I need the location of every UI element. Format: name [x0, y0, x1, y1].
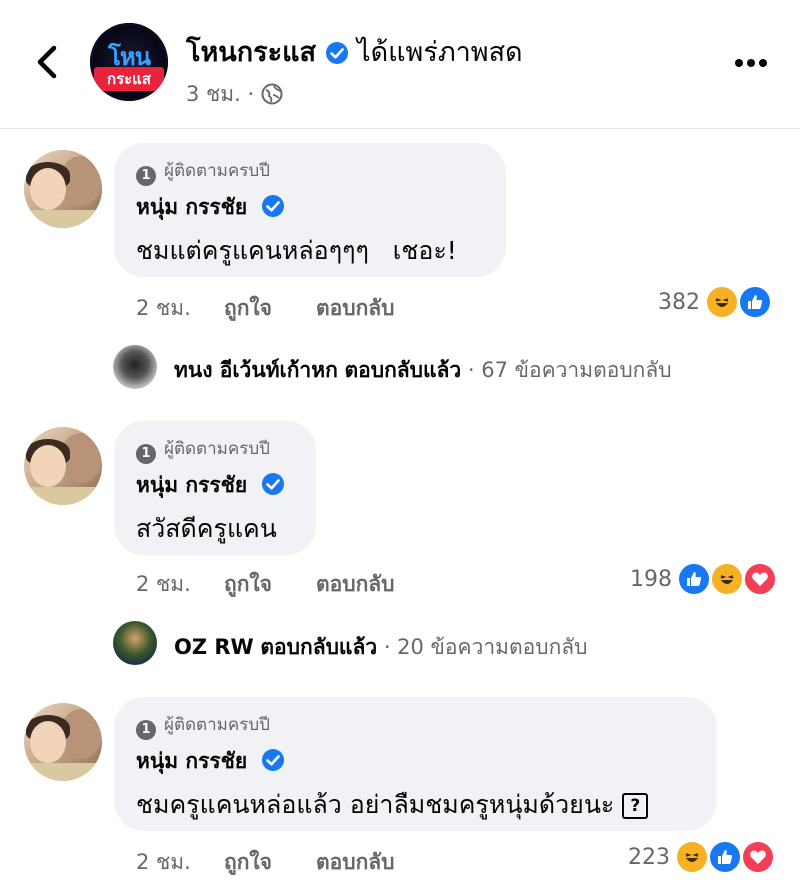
page-avatar[interactable]: โหน กระแส [90, 23, 168, 101]
author-name[interactable]: หนุ่ม กรรชัย [136, 749, 247, 773]
comment-bubble: 1 ผู้ติดตามครบปี หนุ่ม กรรชัย ชมแต่ครูแคน… [114, 143, 506, 277]
back-arrow-icon[interactable] [30, 42, 64, 82]
comment-author[interactable]: หนุ่ม กรรชัย [136, 745, 285, 778]
top-fan-badge: 1 ผู้ติดตามครบปี [136, 711, 270, 740]
author-name[interactable]: หนุ่ม กรรชัย [136, 195, 247, 219]
commenter-avatar[interactable] [24, 703, 102, 781]
like-icon [708, 840, 743, 874]
top-fan-badge: 1 ผู้ติดตามครบปี [136, 157, 270, 186]
post-meta: 3 ชม. · [186, 78, 283, 111]
view-replies-link[interactable]: ทนง อีเว้นท์เก้าหก ตอบกลับแล้ว · 67 ข้อค… [174, 354, 672, 387]
comment-text: ชมแต่ครูแคนหล่อๆๆๆ เชอะ! [136, 236, 457, 265]
comment-author[interactable]: หนุ่ม กรรชัย [136, 191, 285, 224]
reaction-count: 198 [630, 566, 672, 592]
reply-action[interactable]: ตอบกลับแล้ว [344, 358, 461, 382]
like-icon [738, 285, 773, 319]
verified-badge-icon [261, 749, 284, 771]
comment-author[interactable]: หนุ่ม กรรชัย [136, 469, 285, 502]
reply-button[interactable]: ตอบกลับ [316, 292, 395, 325]
comment-text: ชมครูแคนหล่อแล้ว อย่าลืมชมครูหนุ่มด้วยนะ… [136, 785, 649, 825]
comment-bubble: 1 ผู้ติดตามครบปี หนุ่ม กรรชัย สวัสดีครูแค… [114, 421, 316, 555]
comment-bubble: 1 ผู้ติดตามครบปี หนุ่ม กรรชัย ชมครูแคนหล่… [114, 697, 717, 831]
love-icon [741, 840, 776, 874]
comment-text: สวัสดีครูแคน [136, 514, 277, 543]
comment-time: 2 ชม. [136, 850, 191, 874]
comment-time: 2 ชม. [136, 572, 191, 596]
reply-count[interactable]: · 67 ข้อความตอบกลับ [468, 358, 672, 382]
like-button[interactable]: ถูกใจ [224, 292, 272, 325]
reply-author-name[interactable]: ทนง อีเว้นท์เก้าหก [174, 358, 338, 382]
reply-author-name[interactable]: OZ RW [174, 635, 254, 659]
reply-author-avatar[interactable] [113, 345, 157, 389]
haha-icon [705, 285, 740, 319]
more-options-icon[interactable] [735, 52, 775, 72]
verified-badge-icon [326, 42, 349, 64]
view-replies-link[interactable]: OZ RW ตอบกลับแล้ว · 20 ข้อความตอบกลับ [174, 631, 588, 664]
verified-badge-icon [261, 473, 284, 495]
like-icon [677, 562, 712, 596]
badge-label: ผู้ติดตามครบปี [164, 715, 270, 735]
reaction-count: 382 [658, 289, 700, 315]
fan-badge-icon: 1 [136, 166, 156, 186]
reply-count[interactable]: · 20 ข้อความตอบกลับ [384, 635, 588, 659]
post-action-text: ได้แพร่ภาพสด [357, 37, 523, 68]
reaction-summary[interactable]: 223 [628, 840, 776, 874]
public-globe-icon [261, 83, 283, 105]
badge-label: ผู้ติดตามครบปี [164, 161, 270, 181]
comment-time: 2 ชม. [136, 296, 191, 320]
post-time: 3 ชม. · [186, 82, 255, 106]
verified-badge-icon [261, 195, 284, 217]
haha-icon [710, 562, 745, 596]
commenter-avatar[interactable] [24, 427, 102, 505]
reaction-count: 223 [628, 844, 670, 870]
like-button[interactable]: ถูกใจ [224, 568, 272, 601]
author-name[interactable]: หนุ่ม กรรชัย [136, 473, 247, 497]
page-name-text[interactable]: โหนกระแส [186, 37, 316, 68]
comment-actions: 2 ชม. ถูกใจ ตอบกลับ [136, 568, 436, 598]
like-button[interactable]: ถูกใจ [224, 846, 272, 879]
logo-text-bottom: กระแส [94, 67, 164, 91]
top-fan-badge: 1 ผู้ติดตามครบปี [136, 435, 270, 464]
reaction-summary[interactable]: 198 [630, 562, 778, 596]
fan-badge-icon: 1 [136, 444, 156, 464]
commenter-avatar[interactable] [24, 150, 102, 228]
badge-label: ผู้ติดตามครบปี [164, 439, 270, 459]
page-name[interactable]: โหนกระแส [186, 30, 349, 73]
reply-author-avatar[interactable] [113, 621, 157, 665]
reply-button[interactable]: ตอบกลับ [316, 846, 395, 879]
reply-action[interactable]: ตอบกลับแล้ว [260, 635, 377, 659]
unsupported-emoji-icon: ? [622, 793, 649, 819]
post-header: โหน กระแส โหนกระแส ได้แพร่ภาพสด 3 ชม. · [0, 0, 800, 129]
haha-icon [675, 840, 710, 874]
comment-actions: 2 ชม. ถูกใจ ตอบกลับ [136, 292, 436, 322]
reaction-summary[interactable]: 382 [658, 285, 773, 319]
comment-text-body: ชมครูแคนหล่อแล้ว อย่าลืมชมครูหนุ่มด้วยนะ [136, 790, 615, 819]
reply-button[interactable]: ตอบกลับ [316, 568, 395, 601]
fan-badge-icon: 1 [136, 720, 156, 740]
love-icon [743, 562, 778, 596]
comment-actions: 2 ชม. ถูกใจ ตอบกลับ [136, 846, 436, 876]
